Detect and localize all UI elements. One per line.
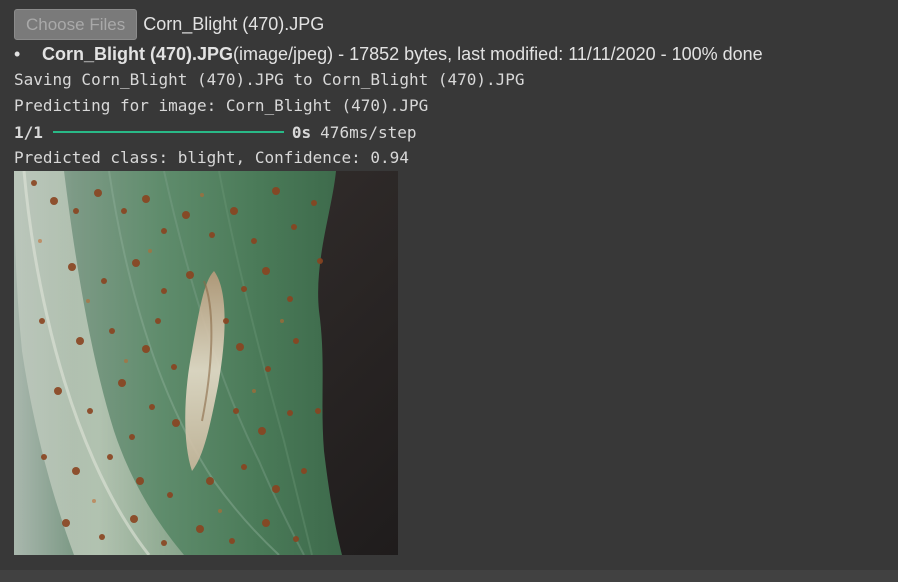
leaf-image — [14, 171, 398, 555]
progress-line: 1/1 0s 476ms/step — [14, 121, 417, 143]
bullet-icon: • — [14, 43, 21, 64]
predicting-line: Predicting for image: Corn_Blight (470).… — [14, 96, 429, 115]
uploaded-file-name: Corn_Blight (470).JPG — [42, 43, 234, 64]
choose-files-button[interactable]: Choose Files — [14, 9, 138, 40]
saving-line: Saving Corn_Blight (470).JPG to Corn_Bli… — [14, 70, 525, 89]
chosen-file-name: Corn_Blight (470).JPG — [143, 14, 325, 34]
progress-time: 0s — [291, 122, 312, 142]
prediction-result: Predicted class: blight, Confidence: 0.9… — [14, 148, 409, 167]
notebook-output: Choose Files Corn_Blight (470).JPG • Cor… — [0, 0, 898, 582]
progress-rate: 476ms/step — [320, 122, 417, 142]
corn-leaf-photo — [14, 171, 398, 555]
uploaded-file-item: • Corn_Blight (470).JPG (image/jpeg) - 1… — [14, 43, 763, 65]
progress-bar-fill — [52, 131, 284, 133]
output-footer — [0, 570, 898, 582]
progress-count: 1/1 — [14, 122, 43, 142]
uploaded-file-details: (image/jpeg) - 17852 bytes, last modifie… — [233, 43, 763, 64]
file-upload-widget: Choose Files Corn_Blight (470).JPG — [14, 9, 324, 40]
progress-bar — [52, 131, 284, 133]
